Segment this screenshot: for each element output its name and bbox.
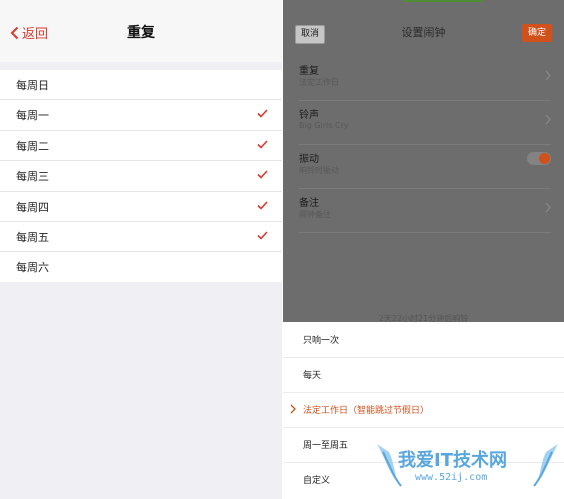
page-title: 重复 bbox=[127, 25, 155, 41]
checkmark-icon bbox=[257, 231, 268, 240]
setting-value: 响铃时振动 bbox=[299, 166, 339, 175]
option-once[interactable]: 只响一次 bbox=[283, 322, 564, 358]
list-item-wednesday[interactable]: 每周三 bbox=[0, 161, 282, 192]
chevron-right-icon bbox=[290, 404, 296, 414]
alarm-settings-screen: 取消 设置闹钟 确定 重复 法定工作日 铃声 Big Girls Cry 振动 … bbox=[283, 0, 564, 499]
day-label: 每周一 bbox=[16, 109, 49, 123]
setting-ringtone[interactable]: 铃声 Big Girls Cry bbox=[299, 100, 551, 145]
list-item-monday[interactable]: 每周一 bbox=[0, 100, 282, 131]
confirm-button[interactable]: 确定 bbox=[521, 24, 552, 42]
day-label: 每周日 bbox=[16, 79, 49, 92]
day-label: 每周五 bbox=[16, 230, 49, 244]
day-label: 每周三 bbox=[16, 170, 49, 184]
setting-value: Big Girls Cry bbox=[299, 121, 349, 130]
toggle-knob bbox=[539, 153, 550, 164]
option-daily[interactable]: 每天 bbox=[283, 357, 564, 393]
setting-note[interactable]: 备注 闹钟备注 bbox=[299, 188, 551, 233]
option-label: 自定义 bbox=[303, 476, 331, 486]
weekday-list: 每周日 每周一 每周二 每周三 每周四 每周五 每周六 bbox=[0, 70, 282, 282]
day-label: 每周二 bbox=[16, 139, 49, 153]
checkmark-icon bbox=[257, 140, 268, 149]
option-workdays[interactable]: 法定工作日（智能跳过节假日） bbox=[283, 392, 564, 428]
option-label: 周一至周五 bbox=[303, 441, 349, 451]
option-label: 法定工作日（智能跳过节假日） bbox=[303, 406, 430, 416]
checkmark-icon bbox=[257, 170, 268, 179]
list-item-saturday[interactable]: 每周六 bbox=[0, 252, 282, 281]
setting-vibrate: 振动 响铃时振动 bbox=[299, 144, 551, 189]
setting-label: 铃声 bbox=[299, 110, 319, 121]
nav-bar: 返回 重复 bbox=[0, 0, 282, 62]
setting-value: 闹钟备注 bbox=[299, 210, 331, 219]
chevron-right-icon bbox=[545, 70, 551, 81]
repeat-screen: 返回 重复 每周日 每周一 每周二 每周三 每周四 每周五 每周六 bbox=[0, 0, 282, 499]
list-item-sunday[interactable]: 每周日 bbox=[0, 70, 282, 101]
setting-label: 重复 bbox=[299, 66, 319, 77]
vibrate-toggle[interactable] bbox=[527, 152, 551, 165]
option-label: 只响一次 bbox=[303, 336, 340, 346]
chevron-right-icon bbox=[545, 114, 551, 125]
list-item-friday[interactable]: 每周五 bbox=[0, 222, 282, 253]
watermark-url: www.52ij.com bbox=[415, 472, 488, 483]
day-label: 每周六 bbox=[16, 261, 49, 275]
setting-repeat[interactable]: 重复 法定工作日 bbox=[299, 56, 551, 101]
day-label: 每周四 bbox=[16, 200, 49, 214]
chevron-right-icon bbox=[545, 202, 551, 213]
option-label: 每天 bbox=[303, 371, 322, 381]
setting-value: 法定工作日 bbox=[299, 78, 339, 87]
setting-label: 振动 bbox=[299, 154, 319, 165]
watermark-text: 我爱IT技术网 bbox=[398, 450, 507, 471]
checkmark-icon bbox=[257, 201, 268, 210]
header: 取消 设置闹钟 确定 bbox=[283, 0, 564, 50]
checkmark-icon bbox=[257, 109, 268, 119]
watermark: 我爱IT技术网 www.52ij.com bbox=[375, 438, 560, 496]
list-item-tuesday[interactable]: 每周二 bbox=[0, 131, 282, 162]
setting-label: 备注 bbox=[299, 198, 319, 209]
list-item-thursday[interactable]: 每周四 bbox=[0, 192, 282, 222]
